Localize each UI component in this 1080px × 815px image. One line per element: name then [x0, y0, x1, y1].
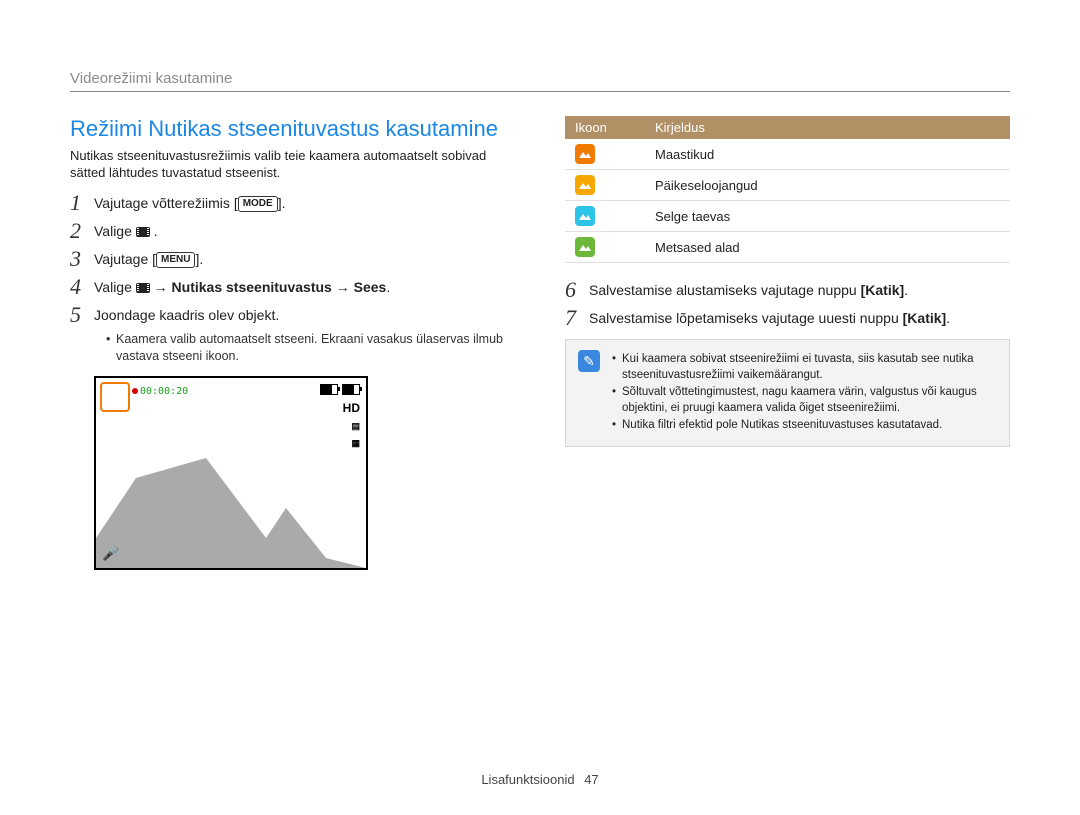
right-column: Ikoon Kirjeldus MaastikudPäikeseloojangu…	[565, 116, 1010, 570]
intro-text: Nutikas stseenituvastusrežiimis valib te…	[70, 148, 515, 182]
scene-icon	[575, 237, 595, 257]
step-bold: [Katik]	[903, 310, 947, 326]
step-number: 4	[70, 276, 94, 298]
table-row: Selge taevas	[565, 201, 1010, 232]
camera-preview: 00:00:20 HD ▤ ▦ 🎤	[94, 376, 368, 570]
table-row: Maastikud	[565, 139, 1010, 170]
scene-table: Ikoon Kirjeldus MaastikudPäikeseloojangu…	[565, 116, 1010, 263]
table-row: Päikeseloojangud	[565, 170, 1010, 201]
step-number: 5	[70, 304, 94, 326]
section-title: Režiimi Nutikas stseenituvastus kasutami…	[70, 116, 515, 142]
scene-icon	[575, 206, 595, 226]
note-item: Sõltuvalt võttetingimustest, nagu kaamer…	[612, 385, 997, 416]
step: 2Valige .	[70, 220, 515, 242]
step-sub: Kaamera valib automaatselt stseeni. Ekra…	[106, 331, 515, 365]
step-body: Joondage kaadris olev objekt.Kaamera val…	[94, 304, 515, 367]
step: 5Joondage kaadris olev objekt.Kaamera va…	[70, 304, 515, 367]
step-bold: → Nutikas stseenituvastus → Sees	[150, 279, 387, 295]
scene-label: Selge taevas	[645, 201, 1010, 232]
step: 3Vajutage [MENU].	[70, 248, 515, 270]
step-body: Valige → Nutikas stseenituvastus → Sees.	[94, 276, 390, 297]
note-icon: ✎	[578, 350, 600, 372]
scene-detect-icon	[100, 382, 130, 412]
step-number: 6	[565, 279, 589, 301]
page-footer: Lisafunktsioonid 47	[0, 772, 1080, 787]
step-body: Valige .	[94, 220, 158, 241]
memory-icon: ▤	[351, 421, 360, 432]
table-row: Metsased alad	[565, 232, 1010, 263]
mic-icon: 🎤	[102, 545, 119, 562]
steps-right: 6Salvestamise alustamiseks vajutage nupp…	[565, 279, 1010, 329]
hd-label: HD	[343, 401, 360, 415]
step-number: 7	[565, 307, 589, 329]
scene-label: Maastikud	[645, 139, 1010, 170]
th-desc: Kirjeldus	[645, 116, 1010, 139]
scene-icon	[575, 175, 595, 195]
step-number: 1	[70, 192, 94, 214]
footer-page: 47	[584, 772, 598, 787]
preview-image	[96, 448, 366, 568]
menu-button-label: MENU	[156, 252, 195, 268]
step-body: Salvestamise alustamiseks vajutage nuppu…	[589, 279, 908, 300]
th-icon: Ikoon	[565, 116, 645, 139]
left-column: Režiimi Nutikas stseenituvastus kasutami…	[70, 116, 515, 570]
film-mode-icon	[136, 283, 150, 293]
step-number: 3	[70, 248, 94, 270]
mode-button-label: MODE	[238, 196, 278, 212]
step: 6Salvestamise alustamiseks vajutage nupp…	[565, 279, 1010, 301]
step: 7Salvestamise lõpetamiseks vajutage uues…	[565, 307, 1010, 329]
footer-label: Lisafunktsioonid	[481, 772, 574, 787]
scene-icon	[575, 144, 595, 164]
record-timer: 00:00:20	[132, 386, 188, 397]
note-item: Kui kaamera sobivat stseenirežiimi ei tu…	[612, 352, 997, 383]
storage-icon	[342, 384, 360, 395]
note-box: ✎ Kui kaamera sobivat stseenirežiimi ei …	[565, 339, 1010, 447]
note-item: Nutika filtri efektid pole Nutikas stsee…	[612, 418, 997, 434]
step-number: 2	[70, 220, 94, 242]
record-dot-icon	[132, 388, 138, 394]
scene-label: Metsased alad	[645, 232, 1010, 263]
step-bold: [Katik]	[861, 282, 905, 298]
step: 1Vajutage võtterežiimis [MODE].	[70, 192, 515, 214]
battery-icon	[320, 384, 338, 395]
breadcrumb: Videorežiimi kasutamine	[70, 70, 1010, 92]
steps-left: 1Vajutage võtterežiimis [MODE].2Valige .…	[70, 192, 515, 367]
step: 4Valige → Nutikas stseenituvastus → Sees…	[70, 276, 515, 298]
step-body: Salvestamise lõpetamiseks vajutage uuest…	[589, 307, 950, 328]
step-body: Vajutage võtterežiimis [MODE].	[94, 192, 285, 213]
step-body: Vajutage [MENU].	[94, 248, 203, 269]
film-mode-icon	[136, 227, 150, 237]
scene-label: Päikeseloojangud	[645, 170, 1010, 201]
